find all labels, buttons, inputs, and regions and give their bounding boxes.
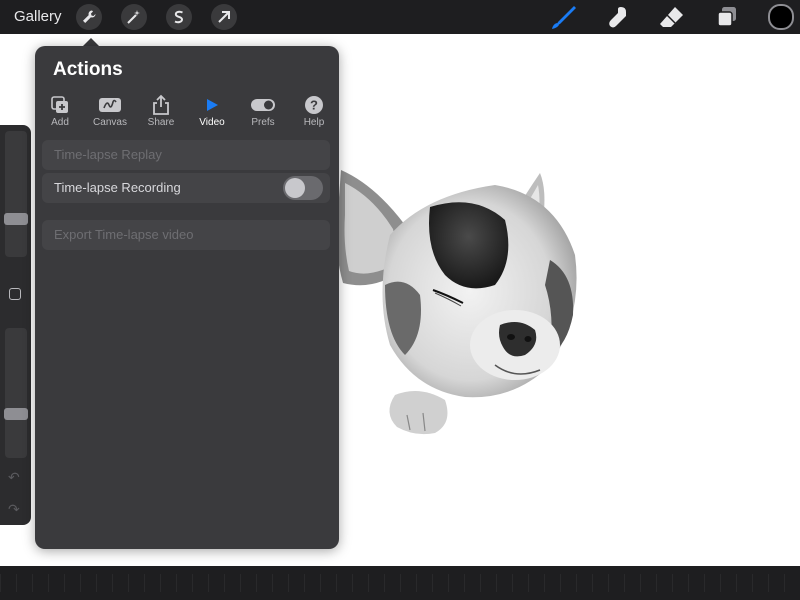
timelapse-replay-row[interactable]: Time-lapse Replay <box>42 140 330 170</box>
share-icon <box>153 94 169 115</box>
tab-label: Canvas <box>93 117 127 128</box>
eraser-icon <box>660 7 683 27</box>
gallery-button[interactable]: Gallery <box>14 8 62 25</box>
timelapse-recording-row: Time-lapse Recording <box>42 173 330 203</box>
play-icon <box>207 99 218 111</box>
top-toolbar: Gallery <box>0 0 800 34</box>
bottom-grid-decoration <box>0 574 800 592</box>
tab-add[interactable]: Add <box>35 94 85 128</box>
timelapse-recording-toggle[interactable] <box>283 176 323 200</box>
layers-icon <box>717 7 736 27</box>
smudge-finger-icon <box>609 7 626 28</box>
svg-text:?: ? <box>310 98 318 113</box>
tab-prefs[interactable]: Prefs <box>238 94 288 128</box>
undo-icon[interactable]: ↶ <box>8 469 20 486</box>
tab-label: Help <box>303 117 325 128</box>
tab-label: Share <box>147 117 175 128</box>
magic-wand-icon <box>127 10 140 24</box>
adjustments-button[interactable] <box>121 4 147 30</box>
tab-label: Video <box>199 117 225 128</box>
tab-label: Add <box>51 117 69 128</box>
canvas-icon <box>99 98 121 112</box>
layers-button[interactable] <box>713 4 741 30</box>
eraser-tool[interactable] <box>658 4 686 30</box>
modify-button[interactable] <box>9 288 21 300</box>
export-timelapse-label: Export Time-lapse video <box>54 227 194 242</box>
selection-s-icon <box>174 10 184 24</box>
timelapse-recording-label: Time-lapse Recording <box>54 180 181 195</box>
actions-wrench-button[interactable] <box>76 4 102 30</box>
timelapse-replay-label: Time-lapse Replay <box>54 147 162 162</box>
export-timelapse-row[interactable]: Export Time-lapse video <box>42 220 330 250</box>
tab-share[interactable]: Share <box>136 94 186 128</box>
wrench-icon <box>83 10 96 23</box>
tab-video[interactable]: Video <box>187 94 237 128</box>
brush-size-thumb[interactable] <box>4 213 28 225</box>
toggle-icon <box>251 99 275 111</box>
smudge-tool[interactable] <box>604 4 632 30</box>
tab-help[interactable]: ? Help <box>289 94 339 128</box>
brush-tool[interactable] <box>550 4 578 30</box>
tab-canvas[interactable]: Canvas <box>85 94 135 128</box>
add-icon <box>51 96 68 113</box>
opacity-thumb[interactable] <box>4 408 28 420</box>
tab-label: Prefs <box>251 117 275 128</box>
brush-size-slider[interactable] <box>4 131 28 257</box>
color-picker-button[interactable] <box>768 4 794 30</box>
redo-icon[interactable]: ↷ <box>8 501 20 518</box>
selection-button[interactable] <box>166 4 192 30</box>
opacity-slider[interactable] <box>4 328 28 458</box>
transform-arrow-icon <box>218 11 230 23</box>
bottom-bar <box>0 566 800 600</box>
panel-title: Actions <box>53 59 123 80</box>
help-icon: ? <box>305 96 323 114</box>
brush-icon <box>552 6 576 29</box>
actions-panel: Actions Add Canvas Share Video Prefs ? H… <box>35 46 339 549</box>
left-sidebar: ↶ ↷ <box>0 125 31 525</box>
toggle-knob <box>285 178 305 198</box>
french-bulldog-drawing <box>336 170 577 435</box>
transform-button[interactable] <box>211 4 237 30</box>
